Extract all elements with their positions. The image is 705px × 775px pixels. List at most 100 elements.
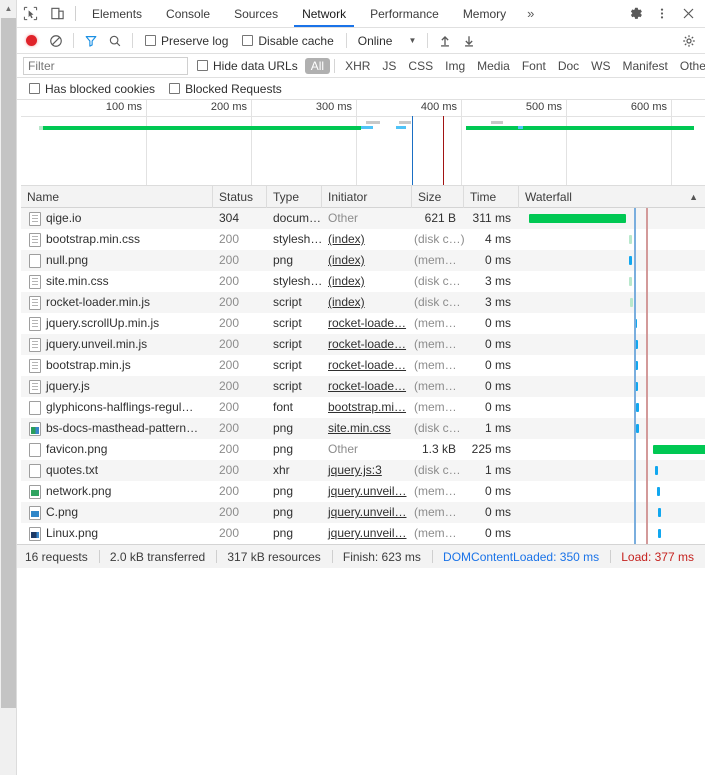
table-rows: qige.io 304 docum… Other 621 B 311 ms bootstra… — [21, 208, 705, 544]
column-header-initiator[interactable]: Initiator — [322, 185, 412, 208]
overview-band-second — [466, 126, 694, 130]
disable-cache-checkbox[interactable]: Disable cache — [242, 34, 334, 48]
overview-mini-bar — [396, 126, 406, 129]
checkbox-box[interactable] — [29, 83, 40, 94]
cell-size: (mem… — [414, 358, 457, 372]
type-filter-media[interactable]: Media — [471, 58, 516, 74]
cell-initiator: site.min.css — [328, 421, 391, 435]
tab-console[interactable]: Console — [154, 0, 222, 27]
checkbox-box[interactable] — [169, 83, 181, 94]
clear-button[interactable] — [44, 30, 68, 52]
column-header-waterfall[interactable]: Waterfall ▲ — [519, 186, 705, 208]
search-icon[interactable] — [103, 30, 127, 52]
type-filter-xhr[interactable]: XHR — [339, 58, 376, 74]
kebab-menu-icon[interactable] — [649, 6, 675, 21]
table-row[interactable]: qige.io 304 docum… Other 621 B 311 ms — [21, 208, 705, 229]
type-filter-other[interactable]: Other — [674, 58, 705, 74]
has-blocked-cookies-label: Has blocked cookies — [45, 81, 156, 96]
blocked-requests-checkbox[interactable]: Blocked Requests — [169, 82, 282, 96]
table-row[interactable]: site.min.css 200 stylesh… (index) (disk c… 3 … — [21, 271, 705, 292]
type-filter-all[interactable]: All — [304, 57, 331, 74]
table-row[interactable]: rocket-loader.min.js 200 script (index) (dis… — [21, 292, 705, 313]
gear-icon[interactable] — [623, 6, 649, 21]
panel-scrollbar[interactable]: ▲ — [0, 0, 17, 775]
type-filter-doc[interactable]: Doc — [552, 58, 585, 74]
cell-time: 0 ms — [484, 253, 511, 267]
tab-network[interactable]: Network — [290, 0, 358, 27]
table-row[interactable]: network.png 200 png jquery.unveil… (mem… 0 ms — [21, 481, 705, 502]
cell-initiator: rocket-loade… — [328, 316, 407, 330]
waterfall-bar — [636, 403, 639, 412]
hide-data-urls-label: Hide data URLs — [213, 58, 298, 73]
tab-elements[interactable]: Elements — [80, 0, 154, 27]
request-name: bootstrap.min.css — [46, 232, 141, 246]
table-row[interactable]: bs-docs-masthead-pattern… 200 png site.min.… — [21, 418, 705, 439]
table-row[interactable]: bootstrap.min.js 200 script rocket-loade… (m… — [21, 355, 705, 376]
download-arrow-icon[interactable] — [457, 30, 481, 52]
table-row[interactable]: quotes.txt 200 xhr jquery.js:3 (disk c… 1 ms — [21, 460, 705, 481]
device-toolbar-icon[interactable] — [44, 0, 71, 27]
table-row[interactable]: C.png 200 png jquery.unveil… (mem… 0 ms — [21, 502, 705, 523]
type-filter-ws[interactable]: WS — [585, 58, 616, 74]
column-header-name[interactable]: Name — [21, 185, 213, 208]
request-name: rocket-loader.min.js — [46, 295, 151, 309]
column-header-time[interactable]: Time — [464, 185, 519, 208]
status-resources: 317 kB resources — [227, 549, 321, 564]
network-overview[interactable]: 100 ms 200 ms 300 ms 400 ms 500 ms 600 m… — [21, 100, 705, 186]
cell-type: script — [273, 316, 302, 330]
funnel-icon[interactable] — [79, 30, 103, 52]
table-row[interactable]: favicon.png 200 png Other 1.3 kB 225 ms — [21, 439, 705, 460]
table-row[interactable]: Linux.png 200 png jquery.unveil… (mem… 0 ms — [21, 523, 705, 544]
waterfall-bar — [636, 424, 639, 433]
tab-sources[interactable]: Sources — [222, 0, 290, 27]
cell-type: png — [273, 505, 294, 519]
table-row[interactable]: bootstrap.min.css 200 stylesh… (index) (disk… — [21, 229, 705, 250]
overview-ruler: 100 ms 200 ms 300 ms 400 ms 500 ms 600 m… — [21, 100, 705, 185]
cell-status: 200 — [219, 358, 240, 372]
type-filter-js[interactable]: JS — [376, 58, 402, 74]
cell-type: png — [273, 253, 294, 267]
checkbox-box[interactable] — [145, 35, 156, 46]
cell-status: 200 — [219, 337, 240, 351]
filter-input[interactable] — [23, 56, 188, 75]
table-body[interactable]: qige.io 304 docum… Other 621 B 311 ms bootstra… — [21, 208, 705, 544]
network-toolbar: Preserve log Disable cache Online ▼ — [17, 28, 705, 54]
type-filter-font[interactable]: Font — [516, 58, 552, 74]
throttling-dropdown[interactable]: Online ▼ — [358, 34, 417, 48]
table-row[interactable]: jquery.js 200 script rocket-loade… (mem… 0 ms — [21, 376, 705, 397]
type-filter-manifest[interactable]: Manifest — [617, 58, 674, 74]
table-row[interactable]: glyphicons-halflings-regul… 200 font bootst… — [21, 397, 705, 418]
type-filter-css[interactable]: CSS — [402, 58, 439, 74]
preserve-log-checkbox[interactable]: Preserve log — [145, 34, 228, 48]
table-row[interactable]: null.png 200 png (index) (mem… 0 ms — [21, 250, 705, 271]
cell-size: 621 B — [424, 211, 456, 225]
cell-waterfall — [519, 376, 705, 397]
more-tabs-button[interactable]: » — [518, 0, 543, 27]
tab-memory[interactable]: Memory — [451, 0, 518, 27]
inspect-cursor-icon[interactable] — [17, 0, 44, 27]
file-type-icon — [29, 274, 41, 289]
column-header-status[interactable]: Status — [213, 185, 267, 208]
table-row[interactable]: jquery.scrollUp.min.js 200 script rocket-lo… — [21, 313, 705, 334]
column-header-size[interactable]: Size — [412, 185, 464, 208]
record-button[interactable] — [26, 35, 37, 46]
table-row[interactable]: jquery.unveil.min.js 200 script rocket-load… — [21, 334, 705, 355]
close-icon[interactable] — [675, 6, 701, 21]
hide-data-urls-checkbox[interactable]: Hide data URLs — [197, 59, 298, 73]
column-header-type[interactable]: Type — [267, 185, 322, 208]
scrollbar-up-arrow-icon[interactable]: ▲ — [0, 0, 17, 17]
upload-arrow-icon[interactable] — [433, 30, 457, 52]
has-blocked-cookies-checkbox[interactable]: Has blocked cookies — [29, 82, 155, 96]
cell-initiator: (index) — [328, 253, 365, 267]
cell-size: (mem… — [414, 316, 457, 330]
checkbox-box[interactable] — [242, 35, 254, 46]
type-filter-img[interactable]: Img — [439, 58, 471, 74]
gear-icon[interactable] — [677, 30, 701, 52]
status-transferred: 2.0 kB transferred — [109, 549, 206, 564]
table-header: Name Status Type Initiator Size Time Wat… — [21, 185, 705, 208]
scrollbar-thumb[interactable] — [1, 18, 16, 708]
request-name: quotes.txt — [46, 463, 99, 477]
cell-size: (disk c… — [414, 295, 461, 309]
tab-performance[interactable]: Performance — [358, 0, 451, 27]
checkbox-box[interactable] — [197, 60, 208, 71]
